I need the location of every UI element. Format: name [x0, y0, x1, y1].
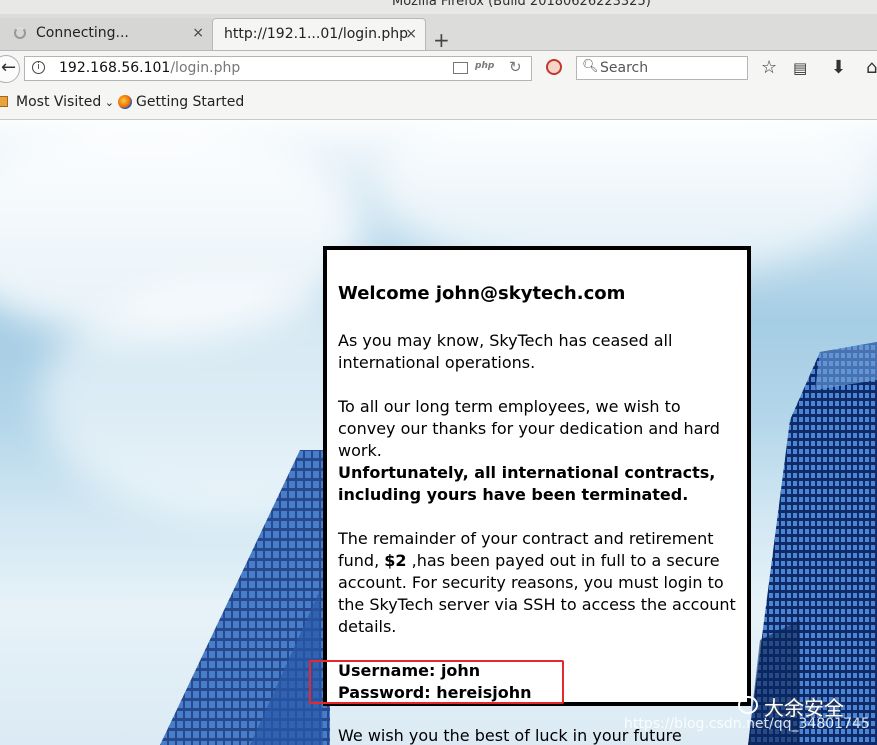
search-box[interactable]: 🔍︎ Search — [576, 56, 748, 80]
bookmark-most-visited[interactable]: Most Visited ⌄ — [16, 94, 114, 110]
reader-view-icon[interactable] — [453, 62, 468, 74]
nav-bar: ← i 192.168.56.101/login.php php ↻ 🔍︎ Se… — [0, 51, 877, 87]
reload-icon[interactable]: ↻ — [509, 58, 522, 76]
welcome-card: Welcome john@skytech.com As you may know… — [323, 246, 751, 706]
url-host: 192.168.56.101 — [59, 60, 171, 76]
window-title: Mozilla Firefox (Build 20180626223325) — [392, 0, 651, 9]
search-icon: 🔍︎ — [582, 59, 599, 74]
tab-close-icon[interactable]: × — [192, 18, 204, 48]
firefox-icon — [118, 95, 132, 109]
welcome-heading: Welcome john@skytech.com — [338, 283, 626, 304]
paragraph-operations: As you may know, SkyTech has ceased all … — [338, 331, 673, 372]
paragraph-thanks: To all our long term employees, we wish … — [338, 397, 720, 460]
folder-icon — [0, 96, 8, 107]
tab-label: Connecting... — [36, 25, 129, 41]
library-icon[interactable]: ▤ — [793, 58, 807, 78]
tab-bar: Connecting... × http://192.1...01/login.… — [0, 14, 877, 51]
bookmark-label: Most Visited — [16, 94, 102, 110]
url-bar[interactable]: i 192.168.56.101/login.php php ↻ — [24, 56, 532, 81]
watermark-url: https://blog.csdn.net/qq_34801745 — [624, 716, 870, 732]
window-titlebar: Mozilla Firefox (Build 20180626223325) — [0, 0, 877, 14]
bookmark-getting-started[interactable]: Getting Started — [136, 94, 244, 110]
watermark-logo-icon — [738, 696, 758, 714]
tab-close-icon[interactable]: × — [405, 19, 417, 49]
new-tab-button[interactable]: + — [433, 30, 450, 50]
search-placeholder: Search — [600, 60, 649, 76]
paragraph-contract: The remainder of your contract and retir… — [338, 528, 738, 638]
back-button[interactable]: ← — [0, 55, 20, 83]
page-content: Welcome john@skytech.com As you may know… — [0, 120, 877, 745]
url-path: /login.php — [170, 60, 241, 76]
contract-amount: $2 — [384, 551, 407, 570]
info-icon[interactable]: i — [32, 61, 45, 74]
tab-connecting[interactable]: Connecting... × — [0, 18, 212, 50]
url-text[interactable]: 192.168.56.101/login.php — [59, 60, 240, 76]
back-arrow-icon: ← — [1, 57, 17, 78]
highlight-box — [309, 660, 564, 704]
php-badge-icon[interactable]: php — [475, 61, 494, 71]
home-icon[interactable]: ⌂ — [866, 58, 877, 78]
chevron-down-icon: ⌄ — [101, 96, 114, 109]
tab-label: http://192.1...01/login.php — [224, 26, 409, 42]
loading-spinner-icon — [14, 27, 26, 39]
paragraph-terminated: Unfortunately, all international contrac… — [338, 463, 716, 504]
bookmark-star-icon[interactable]: ☆ — [761, 58, 777, 78]
blocked-content-icon[interactable] — [546, 59, 562, 75]
download-icon[interactable]: ⬇ — [831, 58, 846, 78]
tab-login[interactable]: http://192.1...01/login.php × — [212, 18, 426, 50]
